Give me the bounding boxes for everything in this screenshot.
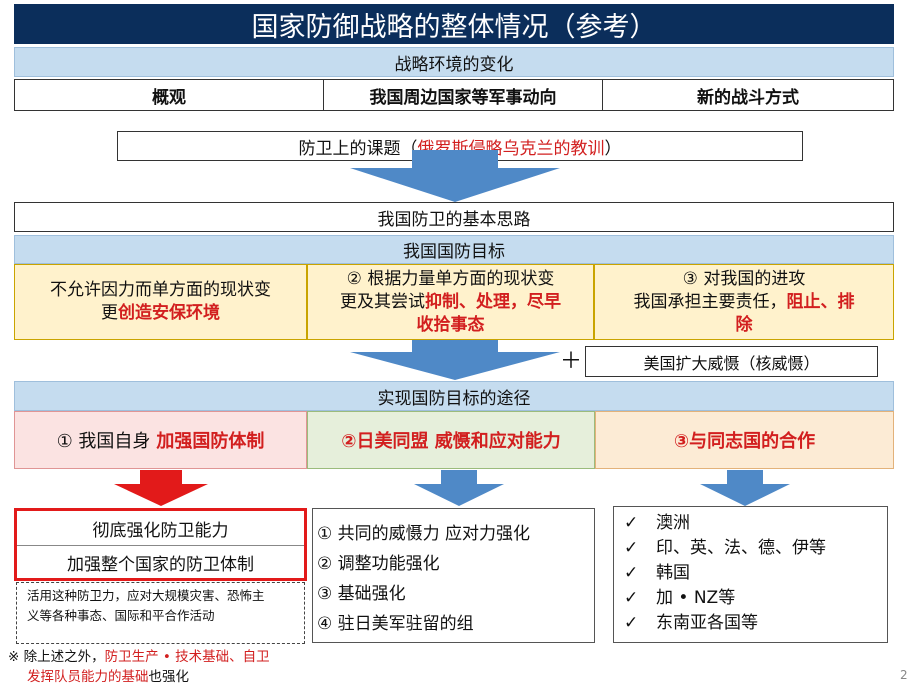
own-defense-item-2: 加强整个国家的防卫体制: [17, 546, 304, 579]
us-deterrence-label: 美国扩大威慑（核威慑）: [643, 353, 820, 373]
down-arrow-red: [114, 470, 208, 506]
goal-3-red: 阻止、排: [786, 291, 855, 312]
goal-2-text: ② 根据力量单方面的现状变 更及其尝试抑制、处理，尽早 收拾事态: [340, 268, 561, 337]
check-icon: ✓: [624, 613, 639, 633]
partner-item: ✓ 澳洲: [624, 511, 887, 536]
own-defense-item-1: 彻底强化防卫能力: [17, 511, 304, 546]
footnote-plain-1: ※ 除上述之外，: [8, 649, 105, 665]
partner-item: ✓ 韩国: [624, 561, 887, 586]
partner-label: 印、英、法、德、伊等: [656, 538, 826, 558]
check-icon: ✓: [624, 588, 639, 608]
alliance-item: ① 共同的威慑力 应对力强化: [317, 524, 531, 544]
partner-label: 加 • NZ等: [656, 588, 736, 608]
footnote-red-2: 发挥队员能力的基础: [27, 669, 149, 685]
goal-3-plain: 我国承担主要责任，: [633, 291, 787, 312]
env-columns-row: 概观 我国周边国家等军事动向 新的战斗方式: [14, 79, 894, 111]
down-arrow-blue-2: [414, 470, 504, 506]
plus-sign-text: ＋: [560, 349, 583, 374]
note-line-1: 活用这种防卫力，应对大规模灾害、恐怖主: [27, 588, 265, 603]
means-3-label: ③与同志国的合作: [673, 431, 816, 452]
goal-1-text: 不允许因力而单方面的现状变 更创造安保环境: [50, 279, 271, 325]
note-box: 活用这种防卫力，应对大规模灾害、恐怖主 义等各种事态、国际和平合作活动: [16, 582, 305, 644]
goal-3: ③ 对我国的进攻 我国承担主要责任，阻止、排 除: [594, 264, 894, 340]
partner-item: ✓ 东南亚各国等: [624, 611, 887, 636]
partners-list: ✓ 澳洲 ✓ 印、英、法、德、伊等 ✓ 韩国 ✓ 加 • NZ等 ✓ 东南亚各国等: [613, 506, 888, 643]
check-icon: ✓: [624, 538, 639, 558]
means-alliance: ②日美同盟 威慑和应对能力: [307, 411, 595, 469]
means-1-plain: ① 我国自身: [56, 431, 151, 452]
means-partners: ③与同志国的合作: [595, 411, 894, 469]
own-defense-box: 彻底强化防卫能力 加强整个国家的防卫体制: [14, 508, 307, 581]
env-col-neighbors: 我国周边国家等军事动向: [324, 80, 603, 110]
us-deterrence-box: 美国扩大威慑（核威慑）: [585, 346, 878, 377]
partner-item: ✓ 加 • NZ等: [624, 586, 887, 611]
alliance-item: ③ 基础强化: [317, 584, 406, 604]
partner-label: 韩国: [656, 563, 690, 583]
footnote-red-1: 防卫生产 • 技术基础、自卫: [104, 649, 270, 665]
goal-1-line1: 不允许因力而单方面的现状变: [50, 280, 271, 300]
down-arrow-1: [350, 150, 560, 202]
means-header: 实现国防目标的途径: [14, 381, 894, 411]
defense-goals-header: 我国国防目标: [14, 235, 894, 264]
page-title-text: 国家防御战略的整体情况（参考）: [251, 11, 657, 43]
partner-item: ✓ 印、英、法、德、伊等: [624, 536, 887, 561]
env-col-overview-label: 概观: [152, 87, 186, 108]
alliance-item: ④ 驻日美军驻留的组: [317, 614, 474, 634]
goal-2-red: 抑制、处理，尽早: [425, 291, 561, 312]
partner-label: 澳洲: [656, 513, 690, 533]
goal-3-line3: 除: [735, 314, 753, 335]
goal-3-text: ③ 对我国的进攻 我国承担主要责任，阻止、排 除: [634, 268, 855, 337]
goal-3-line2: 我国承担主要责任，阻止、排: [634, 291, 855, 314]
down-arrow-blue-3: [700, 470, 790, 506]
page-title: 国家防御战略的整体情况（参考）: [14, 4, 894, 44]
issues-suffix: ）: [604, 138, 622, 159]
page-number: 2: [900, 668, 916, 686]
env-col-new-warfare-label: 新的战斗方式: [697, 87, 799, 108]
down-arrow-2: [350, 340, 560, 380]
goal-1: 不允许因力而单方面的现状变 更创造安保环境: [14, 264, 307, 340]
basic-thinking-label: 我国防卫的基本思路: [377, 209, 531, 230]
own-defense-item-2-label: 加强整个国家的防卫体制: [67, 555, 254, 575]
alliance-list: ① 共同的威慑力 应对力强化 ② 调整功能强化 ③ 基础强化 ④ 驻日美军驻留的…: [312, 508, 595, 643]
footnote-plain-2: 也强化: [148, 669, 190, 685]
basic-thinking-box: 我国防卫的基本思路: [14, 202, 894, 232]
footnote: ※ 除上述之外，防卫生产 • 技术基础、自卫 发挥队员能力的基础也强化: [8, 647, 338, 687]
page-number-text: 2: [900, 668, 908, 682]
footnote-line-1: ※ 除上述之外，防卫生产 • 技术基础、自卫: [8, 647, 338, 667]
means-2-label: ②日美同盟 威慑和应对能力: [341, 431, 561, 452]
partner-label: 东南亚各国等: [656, 613, 758, 633]
goal-3-line1: ③ 对我国的进攻: [682, 268, 806, 289]
goal-2-line2: 更及其尝试抑制、处理，尽早: [340, 291, 561, 314]
env-col-new-warfare: 新的战斗方式: [603, 80, 893, 110]
goal-1-line2: 更创造安保环境: [50, 302, 271, 325]
goal-2-line3: 收拾事态: [416, 314, 485, 335]
env-col-neighbors-label: 我国周边国家等军事动向: [369, 87, 557, 108]
footnote-line-2: 发挥队员能力的基础也强化: [8, 667, 338, 687]
env-change-header: 战略环境的变化: [14, 47, 894, 77]
defense-goals-label: 我国国防目标: [403, 242, 505, 262]
alliance-item: ② 调整功能强化: [317, 554, 440, 574]
goal-1-red: 创造安保环境: [118, 303, 220, 323]
means-1-red: 加强国防体制: [156, 431, 265, 452]
note-line-2: 义等各种事态、国际和平合作活动: [27, 608, 215, 623]
check-icon: ✓: [624, 513, 639, 533]
check-icon: ✓: [624, 563, 639, 583]
means-own-defense: ① 我国自身 加强国防体制: [14, 411, 307, 469]
goal-1-plain: 更: [101, 303, 118, 323]
own-defense-item-1-label: 彻底强化防卫能力: [92, 520, 229, 541]
means-header-label: 实现国防目标的途径: [377, 388, 531, 409]
env-change-label: 战略环境的变化: [394, 54, 514, 75]
plus-sign: ＋: [560, 346, 583, 374]
goal-2-plain: 更及其尝试: [340, 291, 425, 312]
env-col-overview: 概观: [15, 80, 324, 110]
goal-2-line1: ② 根据力量单方面的现状变: [346, 268, 555, 289]
goal-2: ② 根据力量单方面的现状变 更及其尝试抑制、处理，尽早 收拾事态: [307, 264, 594, 340]
